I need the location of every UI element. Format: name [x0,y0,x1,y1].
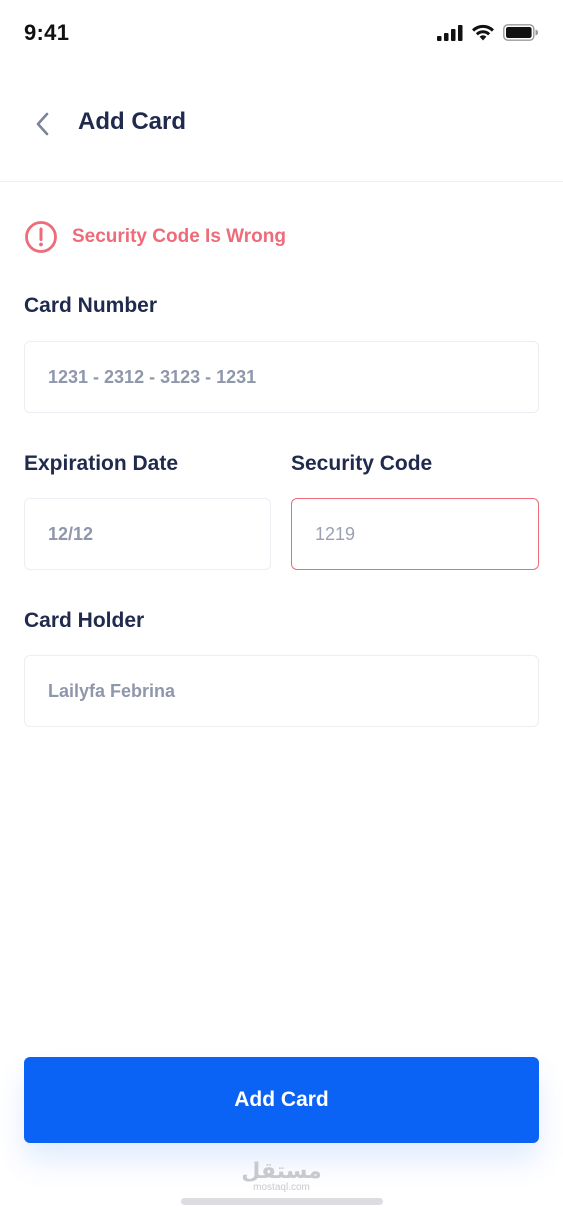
expiration-date-input[interactable] [48,523,270,545]
page-title: Add Card [78,108,186,135]
card-number-label: Card Number [24,294,158,317]
expiration-date-field[interactable] [24,498,271,570]
card-holder-input[interactable] [48,680,538,702]
error-text: Security Code Is Wrong [72,226,286,247]
cellular-signal-icon [437,24,463,41]
security-code-field[interactable] [291,498,539,570]
alert-circle-icon [24,220,58,254]
security-code-input[interactable] [315,523,538,545]
card-holder-field[interactable] [24,655,539,727]
chevron-left-icon [36,112,49,136]
expiration-date-label: Expiration Date [24,452,179,475]
back-button[interactable] [24,106,60,142]
add-card-button[interactable]: Add Card [24,1057,539,1143]
battery-icon [503,24,538,41]
card-number-field[interactable] [24,341,539,413]
status-time: 9:41 [24,20,70,45]
watermark: مستقل mostaql.com [0,1160,563,1194]
status-icons [437,24,539,41]
status-bar: 9:41 [0,0,563,70]
error-message: Security Code Is Wrong [24,220,286,254]
watermark-url: mostaql.com [253,1182,310,1193]
watermark-logo: مستقل [241,1158,322,1183]
card-number-input[interactable] [48,366,538,388]
wifi-icon [472,24,494,41]
header: Add Card [0,70,563,182]
card-holder-label: Card Holder [24,609,145,632]
security-code-label: Security Code [291,452,433,475]
home-indicator[interactable] [181,1198,383,1205]
